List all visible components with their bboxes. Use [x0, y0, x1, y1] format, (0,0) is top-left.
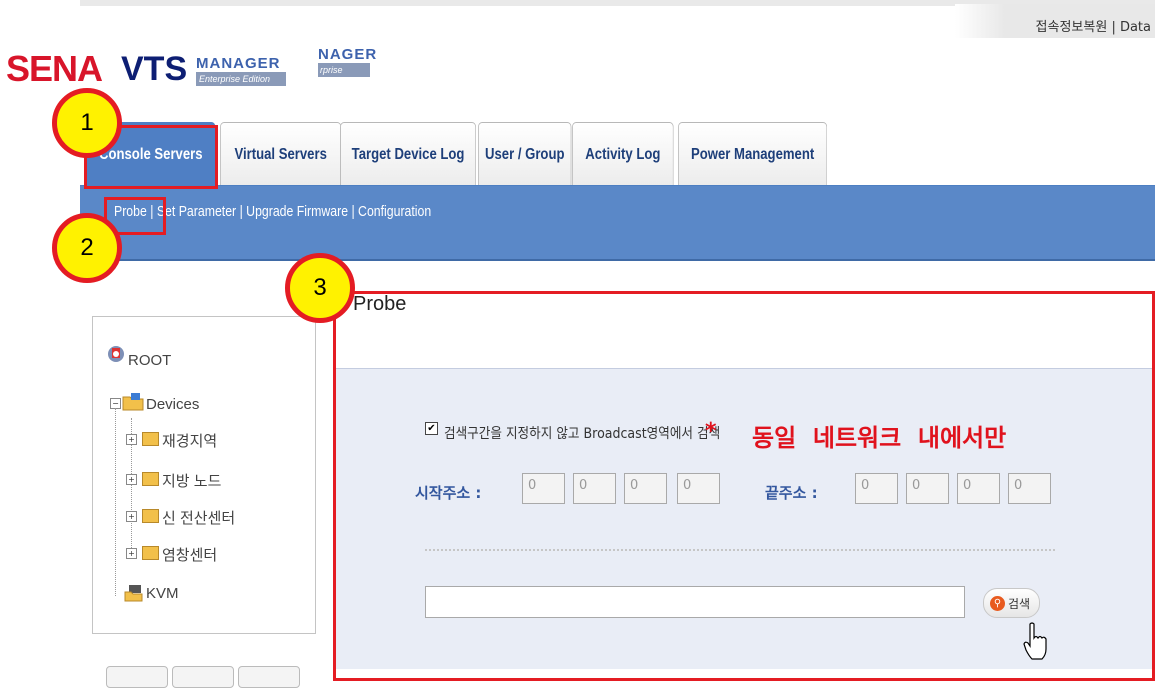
tab-power-management[interactable]: Power Management — [678, 122, 828, 186]
logo-manager-ghost: NAGER — [318, 46, 378, 63]
tree-child-3[interactable]: 신 전산센터 — [162, 507, 235, 528]
tree-line — [115, 408, 116, 596]
expand-icon[interactable]: + — [126, 434, 137, 445]
logo-edition-ghost: rprise Edition — [318, 63, 370, 89]
expand-icon[interactable]: + — [126, 474, 137, 485]
kvm-icon — [124, 584, 144, 606]
folder-icon — [142, 472, 159, 486]
tab-target-device-log[interactable]: Target Device Log — [340, 122, 477, 186]
logo-edition: Enterprise Edition — [196, 72, 286, 86]
tree-devices[interactable]: Devices — [146, 396, 199, 413]
logo-manager: MANAGER — [196, 55, 281, 72]
annotation-badge-2: 2 — [52, 213, 122, 283]
devices-folder-icon — [122, 392, 144, 416]
root-icon — [106, 344, 126, 368]
tab-virtual-servers[interactable]: Virtual Servers — [220, 122, 342, 186]
sidebar-button-1[interactable] — [106, 666, 168, 688]
sub-navigation-bar — [80, 186, 1155, 261]
highlight-probe-panel — [333, 291, 1155, 681]
top-links[interactable]: 접속정보복원 | Data — [1036, 16, 1151, 35]
folder-icon — [142, 432, 159, 446]
annotation-badge-1: 1 — [52, 88, 122, 158]
tree-child-4[interactable]: 염창센터 — [162, 544, 217, 565]
logo-sena: SENA — [6, 48, 103, 89]
expand-icon[interactable]: + — [126, 548, 137, 559]
annotation-badge-3: 3 — [285, 253, 355, 323]
sidebar-button-2[interactable] — [172, 666, 234, 688]
logo-vts: VTS — [121, 50, 188, 88]
tree-kvm[interactable]: KVM — [146, 585, 179, 602]
tree-root[interactable]: ROOT — [128, 352, 171, 369]
tab-user-group[interactable]: User / Group — [478, 122, 572, 186]
tab-activity-log[interactable]: Activity Log — [572, 122, 674, 186]
folder-icon — [142, 546, 159, 560]
tree-child-1[interactable]: 재경지역 — [162, 430, 217, 451]
folder-icon — [142, 509, 159, 523]
tree-child-2[interactable]: 지방 노드 — [162, 470, 221, 491]
sidebar-button-3[interactable] — [238, 666, 300, 688]
expand-icon[interactable]: + — [126, 511, 137, 522]
